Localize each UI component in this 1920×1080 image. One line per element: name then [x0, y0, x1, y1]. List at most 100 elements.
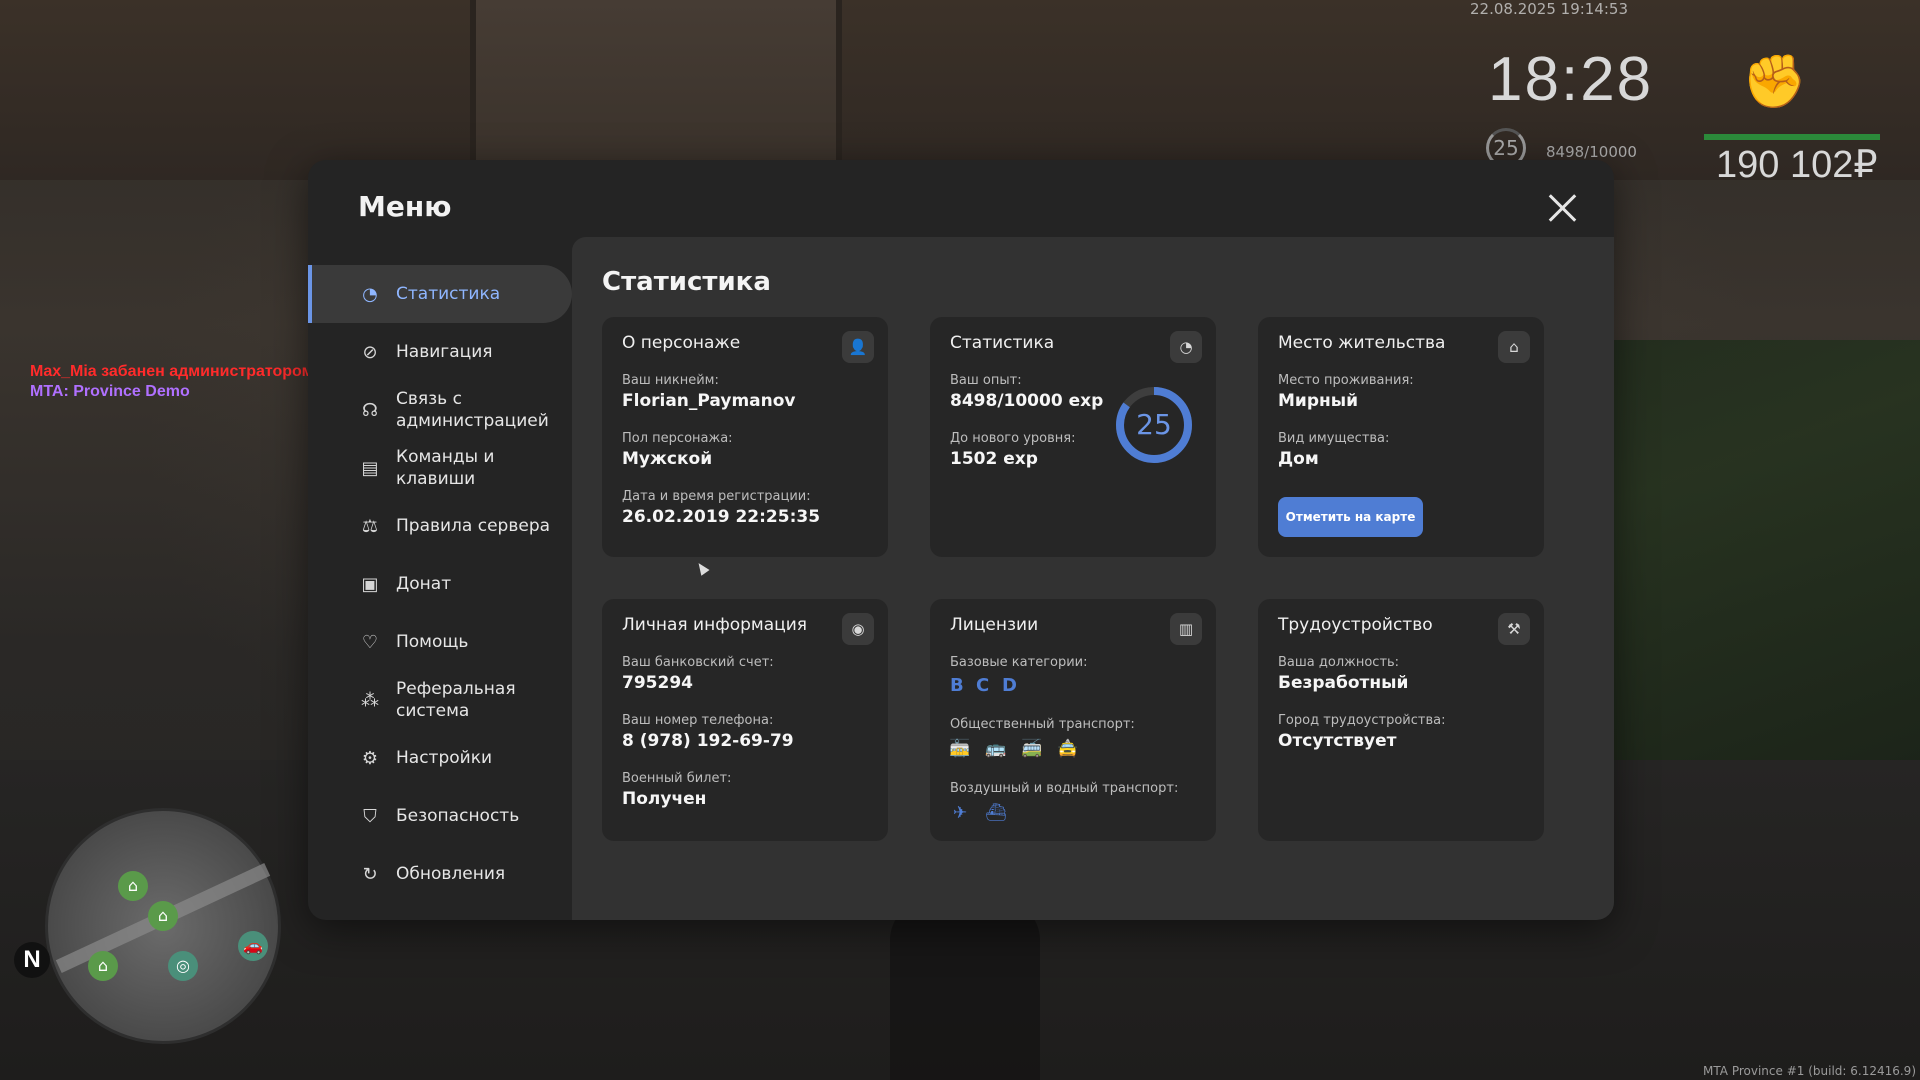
wallet-icon: ▣ — [361, 573, 379, 595]
residence-place-value: Мирный — [1278, 391, 1359, 411]
level-value: 25 — [1136, 408, 1172, 441]
gender-value: Мужской — [622, 449, 713, 469]
field-label: До нового уровня: — [950, 431, 1076, 446]
nickname-value: Florian_Paymanov — [622, 391, 796, 411]
licenses-card: Лицензии ▥ Базовые категории: B C D Обще… — [930, 599, 1216, 841]
card-title: Трудоустройство — [1278, 615, 1433, 635]
mark-on-map-button[interactable]: Отметить на карте — [1278, 497, 1423, 537]
card-title: Статистика — [950, 333, 1055, 353]
sidebar-item-label: Помощь — [396, 632, 469, 652]
field-label: Военный билет: — [622, 771, 732, 786]
hammer-icon[interactable]: ⚒ — [1498, 613, 1530, 645]
stats-card: Статистика ◔ Ваш опыт: 8498/10000 exp До… — [930, 317, 1216, 557]
hud-datetime: 22.08.2025 19:14:53 — [1470, 0, 1629, 18]
referral-icon: ⁂ — [361, 689, 379, 711]
pie-chart-icon: ◔ — [362, 283, 378, 305]
card-title: О персонаже — [622, 333, 741, 353]
north-indicator: N — [14, 942, 50, 978]
background-door — [470, 0, 842, 170]
sidebar-item-label: Настройки — [396, 748, 493, 768]
card-title: Личная информация — [622, 615, 808, 635]
sidebar-item-referral[interactable]: ⁂ Реферальная система — [308, 671, 572, 729]
bank-account-value: 795294 — [622, 673, 693, 693]
registration-value: 26.02.2019 22:25:35 — [622, 507, 821, 527]
section-title: Статистика — [602, 267, 771, 297]
sidebar-item-security[interactable]: ⛉ Безопасность — [308, 787, 572, 845]
hud-money: 190 102₽ — [1716, 144, 1878, 186]
sidebar-item-rules[interactable]: ⚖ Правила сервера — [308, 497, 572, 555]
sidebar-item-commands[interactable]: ▤ Команды и клавиши — [308, 439, 572, 497]
trolleybus-icon: 🚎 — [1021, 739, 1043, 759]
residence-card: Место жительства ⌂ Место проживания: Мир… — [1258, 317, 1544, 557]
sidebar-item-label: Донат — [396, 574, 452, 594]
field-label: Место проживания: — [1278, 373, 1414, 388]
sidebar-item-help[interactable]: ♡ Помощь — [308, 613, 572, 671]
compass-icon: ⊘ — [362, 341, 378, 363]
taxi-icon: 🚖 — [1057, 739, 1079, 759]
house-icon: ⌂ — [148, 901, 178, 931]
gear-icon: ⚙ — [361, 747, 379, 769]
tram-icon: 🚋 — [949, 739, 971, 759]
target-icon: ◎ — [168, 951, 198, 981]
field-label: Общественный транспорт: — [950, 717, 1135, 732]
house-icon[interactable]: ⌂ — [1498, 331, 1530, 363]
field-label: Ваш опыт: — [950, 373, 1022, 388]
shield-icon: ⛉ — [363, 805, 377, 827]
field-label: Ваш банковский счет: — [622, 655, 774, 670]
field-label: Город трудоустройства: — [1278, 713, 1446, 728]
property-type-value: Дом — [1278, 449, 1319, 469]
sidebar-item-statistics[interactable]: ◔ Статистика — [308, 265, 572, 323]
sidebar-item-label: Обновления — [396, 864, 506, 884]
menu-modal: Меню ◔ Статистика ⊘ Навигация ☊ Связь с … — [308, 160, 1614, 920]
employment-city-value: Отсутствует — [1278, 731, 1397, 751]
sidebar: ◔ Статистика ⊘ Навигация ☊ Связь с админ… — [308, 265, 572, 903]
sidebar-item-label: Команды и клавиши — [396, 447, 495, 489]
personal-info-card: Личная информация ◉ Ваш банковский счет:… — [602, 599, 888, 841]
license-icon[interactable]: ▥ — [1170, 613, 1202, 645]
card-title: Место жительства — [1278, 333, 1446, 353]
license-category: C — [976, 675, 990, 696]
health-bar — [1704, 134, 1880, 140]
build-info: MTA Province #1 (build: 6.12416.9) — [1703, 1064, 1916, 1078]
bus-icon: 🚌 — [985, 739, 1007, 759]
player-character — [890, 900, 1040, 1080]
exp-value: 8498/10000 exp — [950, 391, 1104, 411]
sidebar-item-label: Правила сервера — [396, 516, 551, 536]
sidebar-item-settings[interactable]: ⚙ Настройки — [308, 729, 572, 787]
user-icon[interactable]: 👤 — [842, 331, 874, 363]
military-id-value: Получен — [622, 789, 707, 809]
employment-card: Трудоустройство ⚒ Ваша должность: Безраб… — [1258, 599, 1544, 841]
sidebar-item-label: Навигация — [396, 342, 493, 362]
document-icon: ▤ — [361, 457, 379, 479]
sidebar-item-label: Статистика — [396, 284, 501, 304]
sidebar-item-donate[interactable]: ▣ Донат — [308, 555, 572, 613]
field-label: Ваш номер телефона: — [622, 713, 774, 728]
refresh-check-icon: ↻ — [362, 863, 378, 885]
house-icon: ⌂ — [118, 871, 148, 901]
pie-chart-icon[interactable]: ◔ — [1170, 331, 1202, 363]
field-label: Воздушный и водный транспорт: — [950, 781, 1179, 796]
field-label: Ваша должность: — [1278, 655, 1400, 670]
minimap[interactable]: ⌂ ⌂ ⌂ ◎ 🚗 — [45, 808, 281, 1044]
sidebar-item-navigation[interactable]: ⊘ Навигация — [308, 323, 572, 381]
sidebar-item-updates[interactable]: ↻ Обновления — [308, 845, 572, 903]
position-value: Безработный — [1278, 673, 1409, 693]
sidebar-item-label: Реферальная система — [396, 679, 516, 721]
user-circle-icon[interactable]: ◉ — [842, 613, 874, 645]
plane-icon: ✈ — [952, 803, 968, 823]
content-panel: Статистика О персонаже 👤 Ваш никнейм: Fl… — [572, 237, 1614, 920]
hud-exp: 8498/10000 — [1546, 143, 1637, 161]
card-title: Лицензии — [950, 615, 1039, 635]
fist-icon: ✊ — [1742, 52, 1807, 112]
car-icon: 🚗 — [238, 931, 268, 961]
hud-clock: 18:28 — [1488, 45, 1654, 114]
field-label: Вид имущества: — [1278, 431, 1390, 446]
field-label: Ваш никнейм: — [622, 373, 719, 388]
close-button[interactable] — [1546, 192, 1578, 224]
license-category: B — [950, 675, 964, 696]
next-level-value: 1502 exp — [950, 449, 1038, 469]
sidebar-item-contact-admin[interactable]: ☊ Связь с администрацией — [308, 381, 572, 439]
sidebar-item-label: Связь с администрацией — [396, 389, 549, 431]
headset-icon: ☊ — [362, 399, 378, 421]
field-label: Дата и время регистрации: — [622, 489, 811, 504]
